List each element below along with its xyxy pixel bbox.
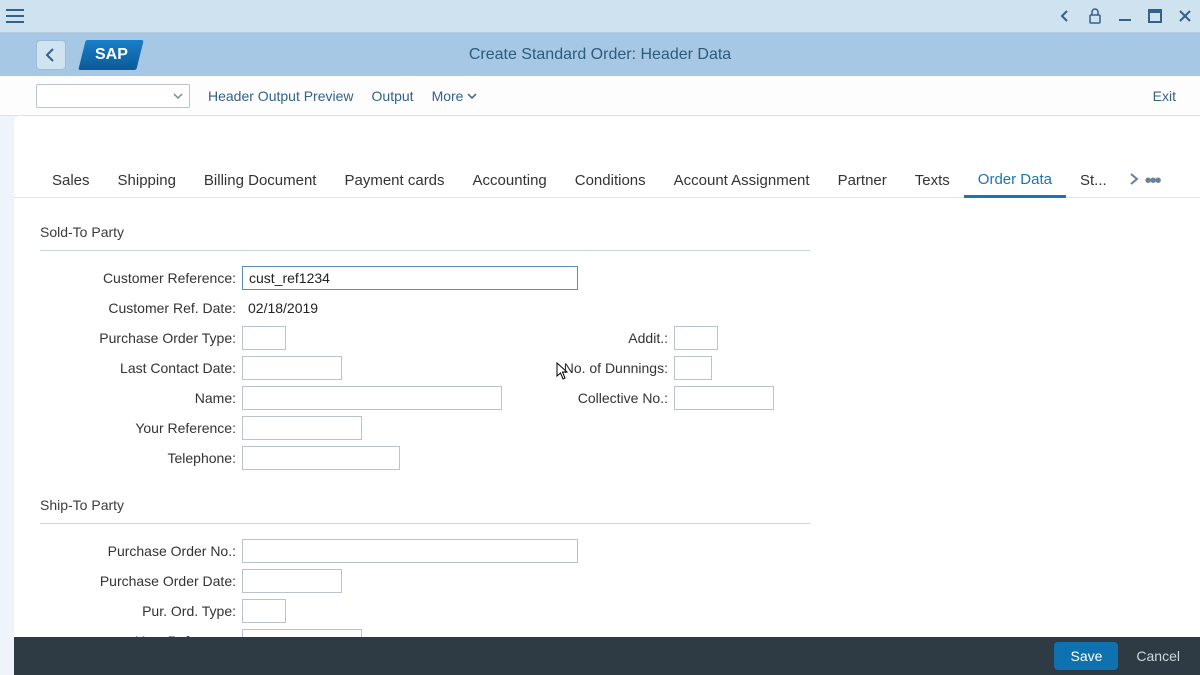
no-of-dunnings-input[interactable] bbox=[674, 356, 712, 380]
label-your-reference: Your Reference: bbox=[14, 420, 242, 436]
exit-link[interactable]: Exit bbox=[1153, 88, 1176, 104]
hamburger-menu-icon[interactable] bbox=[6, 7, 24, 25]
label-no-of-dunnings: No. of Dunnings: bbox=[342, 360, 674, 376]
tab-accounting[interactable]: Accounting bbox=[459, 164, 561, 198]
cancel-button[interactable]: Cancel bbox=[1124, 642, 1192, 670]
name-input[interactable] bbox=[242, 386, 502, 410]
sap-logo: SAP bbox=[78, 40, 143, 70]
chevron-down-icon bbox=[173, 93, 183, 99]
section-ship-to-party: Ship-To Party bbox=[14, 473, 1200, 513]
tab-order-data[interactable]: Order Data bbox=[964, 164, 1066, 198]
tab-billing-document[interactable]: Billing Document bbox=[190, 164, 331, 198]
save-button[interactable]: Save bbox=[1054, 642, 1118, 670]
tab-conditions[interactable]: Conditions bbox=[561, 164, 660, 198]
label-purchase-order-type: Purchase Order Type: bbox=[14, 330, 242, 346]
label-name: Name: bbox=[14, 390, 242, 406]
label-purchase-order-date: Purchase Order Date: bbox=[14, 573, 242, 589]
tab-partner[interactable]: Partner bbox=[824, 164, 901, 198]
tab-account-assignment[interactable]: Account Assignment bbox=[660, 164, 824, 198]
more-menu[interactable]: More bbox=[432, 88, 478, 104]
maximize-icon[interactable] bbox=[1146, 7, 1164, 25]
telephone-input[interactable] bbox=[242, 446, 400, 470]
label-pur-ord-type: Pur. Ord. Type: bbox=[14, 603, 242, 619]
tab-texts[interactable]: Texts bbox=[901, 164, 964, 198]
your-reference-2-input[interactable] bbox=[242, 629, 362, 637]
tab-sales[interactable]: Sales bbox=[38, 164, 104, 198]
last-contact-date-input[interactable] bbox=[242, 356, 342, 380]
lock-icon[interactable] bbox=[1086, 7, 1104, 25]
section-sold-to-party: Sold-To Party bbox=[14, 212, 1200, 240]
divider bbox=[40, 250, 810, 251]
tabs-scroll-right-icon[interactable] bbox=[1129, 172, 1139, 189]
label-telephone: Telephone: bbox=[14, 450, 242, 466]
addit-input[interactable] bbox=[674, 326, 718, 350]
minimize-icon[interactable] bbox=[1116, 7, 1134, 25]
header-output-preview-link[interactable]: Header Output Preview bbox=[208, 88, 354, 104]
purchase-order-date-input[interactable] bbox=[242, 569, 342, 593]
collective-no-input[interactable] bbox=[674, 386, 774, 410]
close-icon[interactable] bbox=[1176, 7, 1194, 25]
label-addit: Addit.: bbox=[286, 330, 674, 346]
customer-ref-date-input[interactable] bbox=[242, 296, 342, 320]
tab-payment-cards[interactable]: Payment cards bbox=[330, 164, 458, 198]
divider bbox=[40, 523, 810, 524]
label-purchase-order-no: Purchase Order No.: bbox=[14, 543, 242, 559]
tab-shipping[interactable]: Shipping bbox=[104, 164, 190, 198]
label-customer-ref-date: Customer Ref. Date: bbox=[14, 300, 242, 316]
customer-reference-input[interactable] bbox=[242, 266, 578, 290]
document-dropdown[interactable] bbox=[36, 84, 190, 108]
output-link[interactable]: Output bbox=[372, 88, 414, 104]
label-collective-no: Collective No.: bbox=[502, 390, 674, 406]
pur-ord-type-input[interactable] bbox=[242, 599, 286, 623]
tab-overflow[interactable]: St... bbox=[1066, 164, 1121, 198]
purchase-order-type-input[interactable] bbox=[242, 326, 286, 350]
label-last-contact-date: Last Contact Date: bbox=[14, 360, 242, 376]
page-title: Create Standard Order: Header Data bbox=[469, 46, 731, 64]
chevron-left-icon[interactable] bbox=[1056, 7, 1074, 25]
your-reference-input[interactable] bbox=[242, 416, 362, 440]
label-customer-reference: Customer Reference: bbox=[14, 270, 242, 286]
chevron-down-icon bbox=[467, 93, 477, 99]
back-button[interactable] bbox=[36, 40, 66, 70]
purchase-order-no-input[interactable] bbox=[242, 539, 578, 563]
